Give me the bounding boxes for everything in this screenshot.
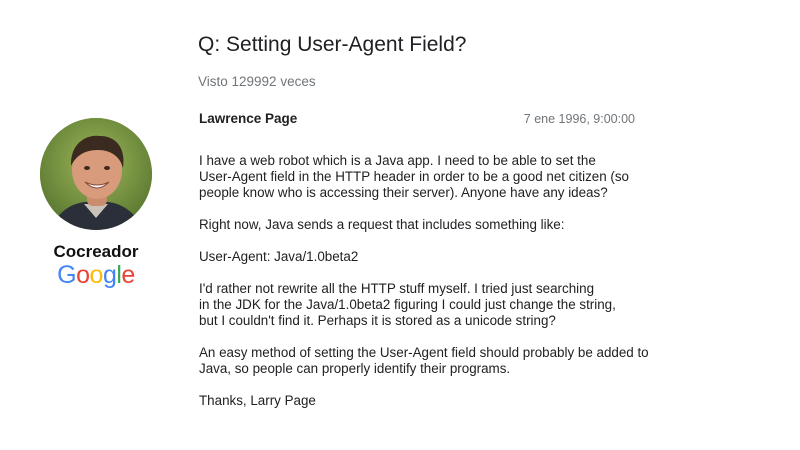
logo-letter: o [76,261,90,289]
post-date: 7 ene 1996, 9:00:00 [523,112,635,126]
author-sidebar: Cocreador Google [40,118,152,288]
post-paragraph: I'd rather not rewrite all the HTTP stuf… [199,281,616,328]
google-logo: Google [40,262,152,288]
logo-letter: e [121,261,135,289]
post-header: Lawrence Page 7 ene 1996, 9:00:00 [199,111,635,129]
author-name[interactable]: Lawrence Page [199,111,297,126]
view-count: Visto 129992 veces [198,74,316,89]
avatar [40,118,152,230]
logo-letter: o [89,261,104,289]
post-body: I have a web robot which is a Java app. … [199,153,679,425]
post-page: Q: Setting User-Agent Field? Visto 12999… [0,0,800,450]
post-paragraph: User-Agent: Java/1.0beta2 [199,249,359,264]
author-role: Cocreador [53,242,139,261]
question-title: Q: Setting User-Agent Field? [198,33,467,56]
post-paragraph: I have a web robot which is a Java app. … [199,153,629,200]
logo-letter: g [102,261,117,289]
post-paragraph: Thanks, Larry Page [199,393,316,408]
logo-letter: G [57,261,77,289]
post-paragraph: An easy method of setting the User-Agent… [199,345,649,376]
post-paragraph: Right now, Java sends a request that inc… [199,217,565,232]
avatar-portrait-icon [40,118,152,230]
